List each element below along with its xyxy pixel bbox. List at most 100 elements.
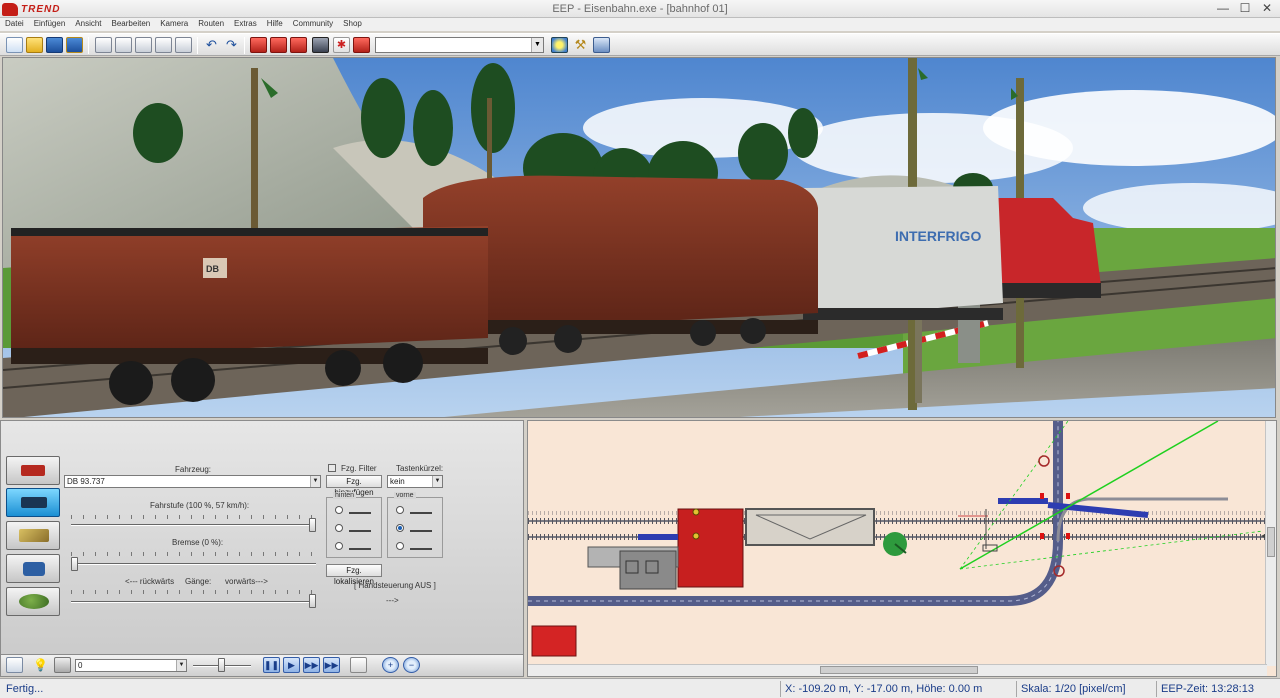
menu-bearbeiten[interactable]: Bearbeiten: [112, 18, 151, 31]
tools-icon[interactable]: ⚒: [572, 37, 589, 53]
minimize-button[interactable]: —: [1212, 0, 1234, 17]
close-button[interactable]: ✕: [1256, 0, 1278, 17]
layers-icon[interactable]: [155, 37, 172, 53]
copy-icon[interactable]: [95, 37, 112, 53]
menu-hilfe[interactable]: Hilfe: [267, 18, 283, 31]
toolbar-separator: [88, 37, 89, 54]
undo-icon[interactable]: ↶: [203, 37, 220, 53]
play-icon[interactable]: ▶: [283, 657, 300, 673]
pause-icon[interactable]: ❚❚: [263, 657, 280, 673]
track-plan-view[interactable]: [527, 420, 1277, 677]
zoom-out-icon[interactable]: −: [403, 657, 420, 673]
fzg-lokalisieren-button[interactable]: Fzg. lokalisieren: [326, 564, 382, 586]
bremse-slider-track[interactable]: [71, 563, 316, 565]
train-settings-icon[interactable]: [353, 37, 370, 53]
status-ready: Fertig...: [6, 683, 44, 695]
mode-button-train[interactable]: [6, 456, 60, 485]
save-as-icon[interactable]: [66, 37, 83, 53]
vorne-radio-2[interactable]: [396, 524, 404, 532]
arrow-label: --->: [386, 596, 399, 605]
status-coordinates: X: -109.20 m, Y: -17.00 m, Höhe: 0.00 m: [780, 681, 1012, 697]
new-file-icon[interactable]: [6, 37, 23, 53]
hinten-radio-2[interactable]: [335, 524, 343, 532]
train-icon: [21, 465, 45, 476]
mode-button-locomotive[interactable]: [6, 488, 60, 517]
tastenkuerzel-select[interactable]: kein ▼: [387, 475, 443, 488]
mode-button-landscape[interactable]: [6, 587, 60, 616]
fahrstufe-slider-track[interactable]: [71, 524, 316, 526]
fahrstufe-ticks: [71, 515, 316, 519]
menu-extras[interactable]: Extras: [234, 18, 257, 31]
train-red-icon[interactable]: [250, 37, 267, 53]
open-folder-icon[interactable]: [26, 37, 43, 53]
train-red2-icon[interactable]: [270, 37, 287, 53]
bremse-label: Bremse (0 %):: [172, 538, 224, 547]
crane-icon: [19, 529, 49, 542]
coupling-icon: [410, 506, 432, 514]
menu-community[interactable]: Community: [293, 18, 333, 31]
vehicle-control-panel: Fahrzeug: DB 93.737 ▼ Fzg. Filter Tasten…: [0, 420, 524, 677]
hinten-radio-1[interactable]: [335, 506, 343, 514]
horizontal-scrollbar[interactable]: [528, 664, 1267, 676]
camera-icon: [23, 562, 45, 576]
export-icon[interactable]: [175, 37, 192, 53]
bremse-slider-thumb[interactable]: [71, 557, 78, 571]
save-icon[interactable]: [46, 37, 63, 53]
faster-forward-icon[interactable]: ▶▶: [323, 657, 340, 673]
vorwaerts-label: vorwärts--->: [225, 577, 268, 586]
horizontal-scroll-thumb[interactable]: [820, 666, 978, 674]
vehicle-select[interactable]: DB 93.737 ▼: [64, 475, 321, 488]
maximize-button[interactable]: ☐: [1234, 0, 1256, 17]
playback-slider-thumb[interactable]: [218, 658, 225, 672]
fahrstufe-label: Fahrstufe (100 %, 57 km/h):: [150, 501, 250, 510]
menu-kamera[interactable]: Kamera: [160, 18, 188, 31]
toolbar-combo[interactable]: ▼: [375, 37, 544, 53]
chevron-down-icon[interactable]: ▼: [310, 476, 320, 487]
direction-slider-track[interactable]: [71, 601, 316, 603]
cut-icon[interactable]: [135, 37, 152, 53]
vorne-radio-3[interactable]: [396, 542, 404, 550]
vertical-scrollbar[interactable]: [1265, 421, 1276, 666]
hinten-radio-3[interactable]: [335, 542, 343, 550]
fzg-hinzufuegen-button[interactable]: Fzg. hinzufügen: [326, 475, 382, 497]
vorne-radio-1[interactable]: [396, 506, 404, 514]
locomotive-icon[interactable]: [312, 37, 329, 53]
chevron-down-icon[interactable]: ▼: [531, 38, 543, 52]
building-icon[interactable]: [593, 37, 610, 53]
signal-icon[interactable]: ✱: [333, 37, 350, 53]
coupling-icon: [349, 524, 371, 532]
menu-routen[interactable]: Routen: [198, 18, 224, 31]
zoom-in-icon[interactable]: +: [382, 657, 399, 673]
lightbulb-icon[interactable]: 💡: [32, 657, 49, 673]
interfrigo-label: INTERFRIGO: [895, 228, 981, 244]
mode-button-crane[interactable]: [6, 521, 60, 550]
vehicle-select-value: DB 93.737: [67, 477, 105, 486]
fzg-filter-checkbox[interactable]: [328, 464, 336, 472]
fzg-filter-label: Fzg. Filter: [341, 464, 377, 473]
scene-render: INTERFRIGO DB: [3, 58, 1275, 417]
menu-datei[interactable]: Datei: [5, 18, 24, 31]
edit-icon[interactable]: [6, 657, 23, 673]
weather-icon[interactable]: [551, 37, 568, 53]
menu-ansicht[interactable]: Ansicht: [75, 18, 101, 31]
handsteuerung-label: [ Handsteuerung AUS ]: [354, 581, 436, 590]
direction-slider-thumb[interactable]: [309, 594, 316, 608]
snapshot-icon[interactable]: [350, 657, 367, 673]
3d-viewport[interactable]: INTERFRIGO DB: [2, 57, 1276, 418]
menu-einfuegen[interactable]: Einfügen: [34, 18, 66, 31]
mode-button-camera[interactable]: [6, 554, 60, 583]
fast-forward-icon[interactable]: ▶▶: [303, 657, 320, 673]
gaenge-label: Gänge:: [185, 577, 212, 586]
lock-icon[interactable]: [54, 657, 71, 673]
paste-icon[interactable]: [115, 37, 132, 53]
train-red3-icon[interactable]: [290, 37, 307, 53]
speed-combo-value: 0: [78, 661, 83, 670]
chevron-down-icon[interactable]: ▼: [176, 660, 186, 671]
redo-icon[interactable]: ↷: [223, 37, 240, 53]
vertical-scroll-thumb[interactable]: [1267, 527, 1275, 557]
fahrstufe-slider-thumb[interactable]: [309, 518, 316, 532]
menu-shop[interactable]: Shop: [343, 18, 362, 31]
speed-combo[interactable]: 0 ▼: [75, 659, 187, 672]
chevron-down-icon[interactable]: ▼: [432, 476, 442, 487]
toolbar-separator: [244, 37, 245, 54]
